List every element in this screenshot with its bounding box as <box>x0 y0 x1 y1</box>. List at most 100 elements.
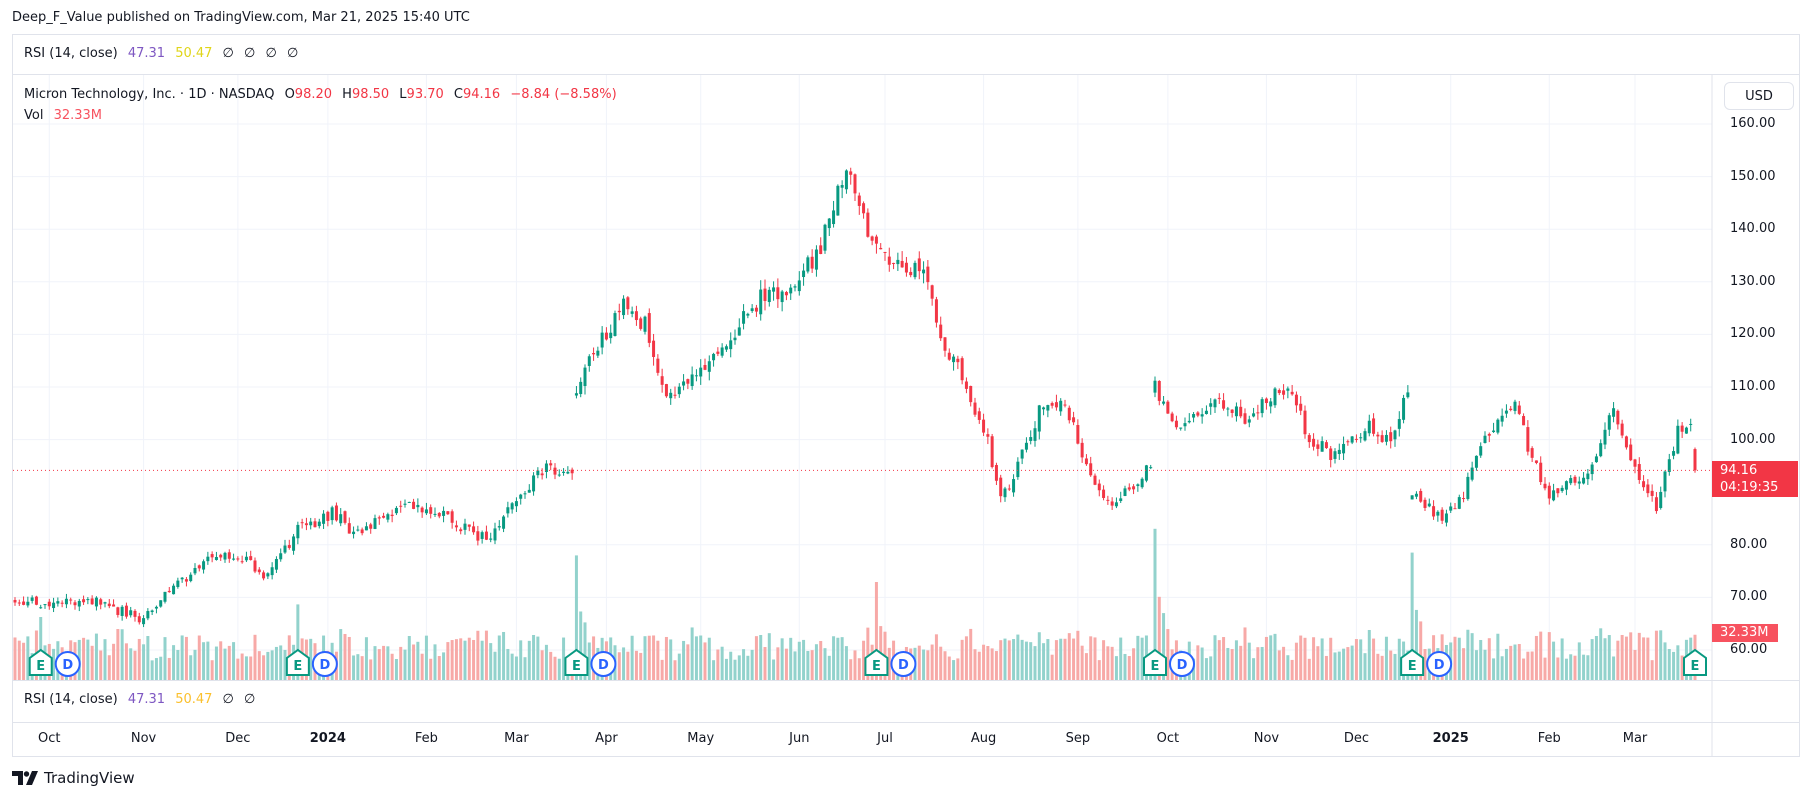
earnings-label: E <box>36 659 45 674</box>
candle-body <box>52 602 56 609</box>
candle-body <box>1042 407 1046 410</box>
volume-legend[interactable]: Vol 32.33M <box>24 108 108 123</box>
candle-body <box>1243 413 1247 424</box>
candle-body <box>77 600 81 607</box>
candle-body <box>802 270 806 278</box>
candle-body <box>236 558 240 560</box>
dividend-marker[interactable]: D <box>1426 651 1453 677</box>
tradingview-logo[interactable]: TradingView <box>12 769 135 787</box>
candle-body <box>270 567 274 576</box>
candle-body <box>279 553 283 560</box>
candle-body <box>322 513 326 524</box>
candle-body <box>1097 483 1101 491</box>
candle-body <box>1114 502 1118 507</box>
volume-bar <box>982 644 986 680</box>
volume-bar <box>1226 647 1230 680</box>
candle-body <box>527 489 531 493</box>
volume-bar <box>964 636 968 680</box>
candle-body <box>870 236 874 241</box>
volume-bar <box>536 636 540 680</box>
candle-body <box>489 538 493 540</box>
candle-body <box>1376 434 1380 437</box>
candle-body <box>583 367 587 387</box>
candle-body <box>1607 415 1611 430</box>
volume-bar <box>1590 639 1594 680</box>
dividend-marker[interactable]: D <box>590 651 617 677</box>
dividend-marker[interactable]: D <box>54 651 81 677</box>
currency-button[interactable]: USD <box>1724 82 1794 110</box>
volume-bar <box>1213 635 1217 680</box>
volume-bar <box>1526 651 1530 680</box>
candle-body <box>429 507 433 514</box>
symbol-legend[interactable]: Micron Technology, Inc. · 1D · NASDAQ O9… <box>24 87 623 102</box>
volume-bar <box>810 650 814 680</box>
volume-bar <box>994 651 998 680</box>
volume-bar <box>1642 637 1646 680</box>
candle-body <box>450 511 454 523</box>
volume-bar <box>1059 638 1063 680</box>
rsi-extra: ∅ <box>244 692 256 707</box>
candle-body <box>1303 410 1307 435</box>
candle-body <box>553 467 557 475</box>
volume-bar <box>1676 645 1680 680</box>
pane-divider <box>12 680 1800 681</box>
dividend-marker[interactable]: D <box>890 651 917 677</box>
rsi-bottom-legend[interactable]: RSI (14, close) 47.31 50.47 ∅ ∅ <box>24 692 261 707</box>
volume-bar <box>677 653 681 680</box>
candle-body <box>1166 401 1170 414</box>
candle-body <box>964 381 968 389</box>
candle-body <box>990 436 994 468</box>
candle-body <box>17 602 21 604</box>
volume-bar <box>1350 645 1354 680</box>
volume-bar <box>1522 658 1526 680</box>
dividend-marker[interactable]: D <box>311 651 338 677</box>
volume-bar <box>510 653 514 680</box>
low-value: 93.70 <box>406 87 444 102</box>
candle-body <box>403 503 407 505</box>
candle-body <box>382 515 386 518</box>
candle-body <box>1556 488 1560 494</box>
volume-bar <box>1080 645 1084 680</box>
volume-bar <box>1466 629 1470 680</box>
time-tick: Dec <box>1343 731 1369 746</box>
volume-bar <box>1217 640 1221 680</box>
candle-body <box>1517 405 1521 414</box>
candle-body <box>34 596 38 605</box>
volume-bar <box>1054 640 1058 680</box>
candle-body <box>1410 495 1414 500</box>
time-tick: 2024 <box>309 731 346 746</box>
candle-body <box>1123 488 1127 496</box>
candle-body <box>1282 390 1286 395</box>
candle-body <box>1264 398 1268 404</box>
candle-body <box>1466 476 1470 499</box>
candle-body <box>253 560 257 572</box>
volume-bar <box>1513 644 1517 680</box>
volume-bar <box>669 639 673 680</box>
candle-body <box>1157 380 1161 401</box>
volume-bar <box>1393 653 1397 680</box>
candle-body <box>1582 477 1586 484</box>
rsi-ma-value: 50.47 <box>175 692 213 707</box>
candle-body <box>262 572 266 579</box>
candle-body <box>853 174 857 194</box>
candle-body <box>1432 506 1436 517</box>
volume-bar <box>480 640 484 680</box>
volume-bar <box>639 652 643 680</box>
open-label: O <box>284 87 295 102</box>
candle-body <box>604 332 608 340</box>
volume-bar <box>1012 639 1016 680</box>
candle-body <box>1312 438 1316 447</box>
candle-body <box>472 526 476 533</box>
volume-bar <box>1222 637 1226 680</box>
volume-bar <box>347 636 351 680</box>
candle-body <box>1127 487 1131 490</box>
volume-bar <box>442 652 446 680</box>
candle-body <box>609 332 613 339</box>
open-value: 98.20 <box>294 87 333 102</box>
dividend-marker[interactable]: D <box>1169 651 1195 677</box>
candle-body <box>22 601 26 605</box>
candle-body <box>742 311 746 324</box>
volume-bar <box>103 639 107 680</box>
candle-body <box>437 512 441 517</box>
candle-body <box>1132 486 1136 490</box>
